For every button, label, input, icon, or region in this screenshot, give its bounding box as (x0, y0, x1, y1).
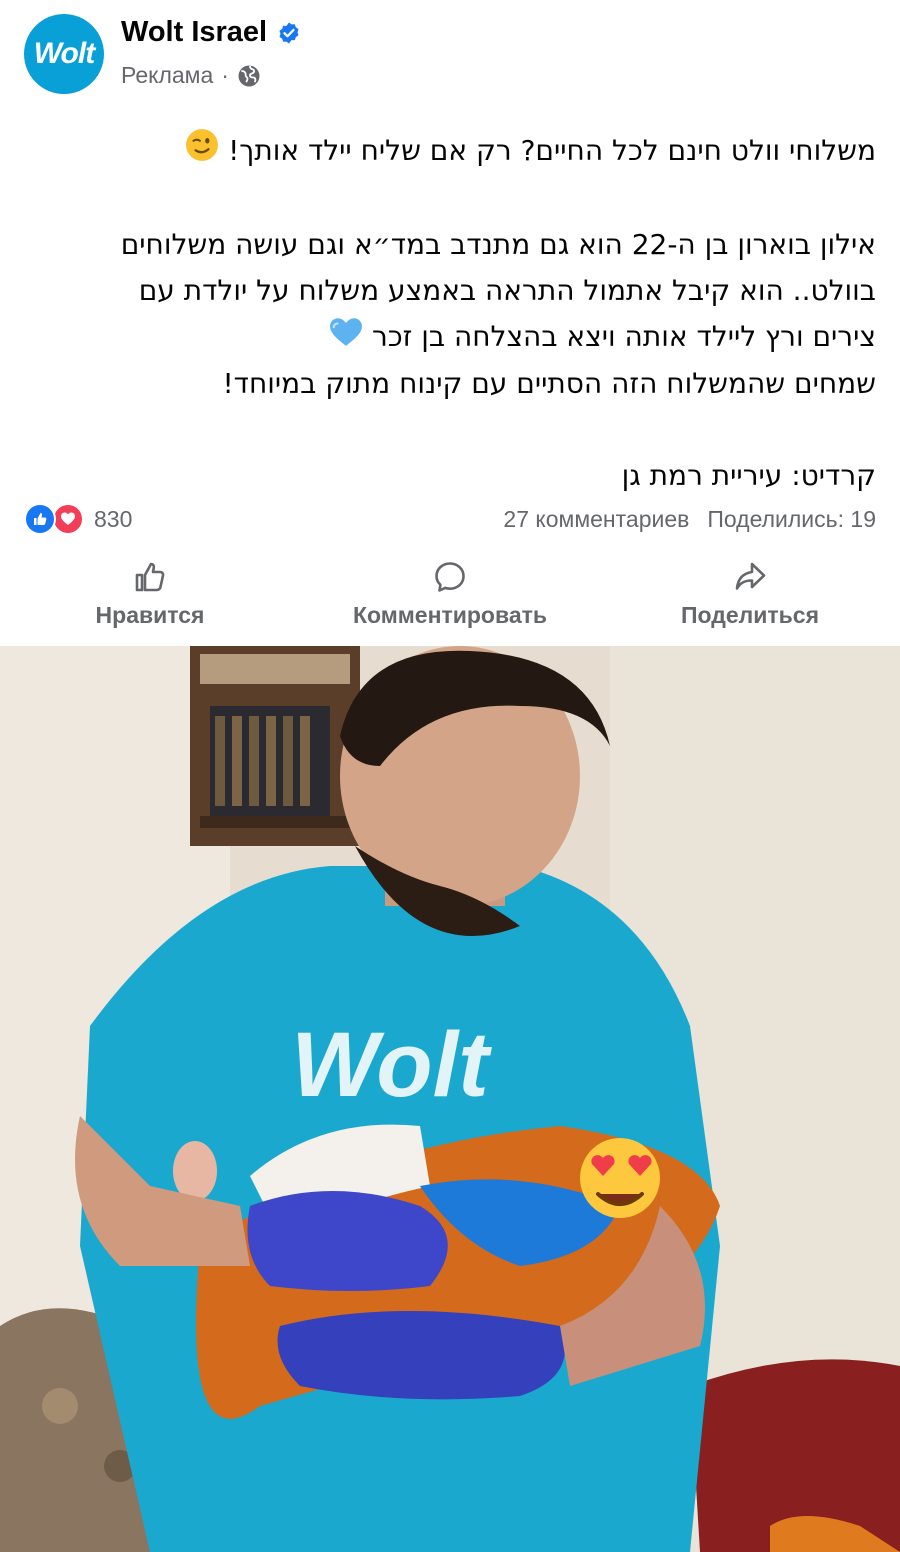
like-reaction-icon (24, 503, 56, 535)
verified-badge-icon (277, 21, 301, 45)
comment-bubble-icon (435, 562, 465, 592)
heart-eyes-emoji-icon (580, 1138, 660, 1218)
post-meta: Реклама · (121, 62, 261, 89)
post-stats: 830 27 комментариев Поделились: 19 (0, 498, 900, 538)
shirt-logo: Wolt (291, 1014, 492, 1116)
post-line: אילון בוארון בן ה-22 הוא גם מתנדב במד״א … (120, 228, 876, 261)
post-photo[interactable]: Wolt (0, 646, 900, 1552)
comment-label: Комментировать (352, 602, 548, 628)
post-credit: קרדיט: עיריית רמת גן (621, 459, 876, 492)
comments-count[interactable]: 27 комментариев (503, 506, 689, 533)
reaction-count: 830 (94, 505, 133, 532)
bookshelf (190, 646, 360, 846)
thumbs-up-icon (135, 562, 165, 592)
facebook-post: Wolt Wolt Israel Реклама · משלוחי וולט ח… (0, 0, 900, 1552)
post-line-headline: משלוחי וולט חינם לכל החיים? רק אם שליח י… (40, 128, 876, 176)
share-arrow-icon (735, 562, 766, 590)
page-name-row: Wolt Israel (121, 16, 301, 49)
post-line: שמחים שהמשלוח הזה הסתיים עם קינוח מתוק ב… (222, 367, 876, 400)
post-line: בוולט.. הוא קיבל אתמול התראה באמצע משלוח… (138, 274, 876, 307)
like-button[interactable]: Нравится (70, 560, 230, 636)
page-avatar[interactable]: Wolt (24, 14, 104, 94)
post-text: משלוחי וולט חינם לכל החיים? רק אם שליח י… (40, 128, 876, 499)
comment-button[interactable]: Комментировать (330, 560, 570, 636)
like-label: Нравится (95, 602, 205, 628)
post-line: צירים ורץ ליילד אותה ויצא בהצלחה בן זכר (40, 314, 876, 361)
share-button[interactable]: Поделиться (660, 560, 840, 636)
reaction-summary[interactable]: 830 (24, 503, 132, 535)
meta-separator: · (221, 62, 229, 88)
stats-right: 27 комментариев Поделились: 19 (503, 506, 876, 533)
baby-foot (173, 1141, 217, 1201)
left-gloved-hand (247, 1191, 448, 1291)
love-reaction-icon (52, 503, 84, 535)
sponsored-label[interactable]: Реклама (121, 62, 213, 89)
right-gloved-hand (277, 1311, 565, 1400)
share-label: Поделиться (680, 602, 820, 628)
shares-count[interactable]: Поделились: 19 (707, 506, 876, 533)
blue-heart-icon (329, 315, 363, 361)
globe-icon (237, 64, 261, 88)
wink-emoji-icon (185, 128, 219, 176)
action-bar: Нравится Комментировать Поделиться (0, 560, 900, 636)
post-header: Wolt Wolt Israel Реклама · (0, 0, 900, 110)
page-name[interactable]: Wolt Israel (121, 16, 267, 49)
avatar-logo-text: Wolt (33, 37, 95, 70)
